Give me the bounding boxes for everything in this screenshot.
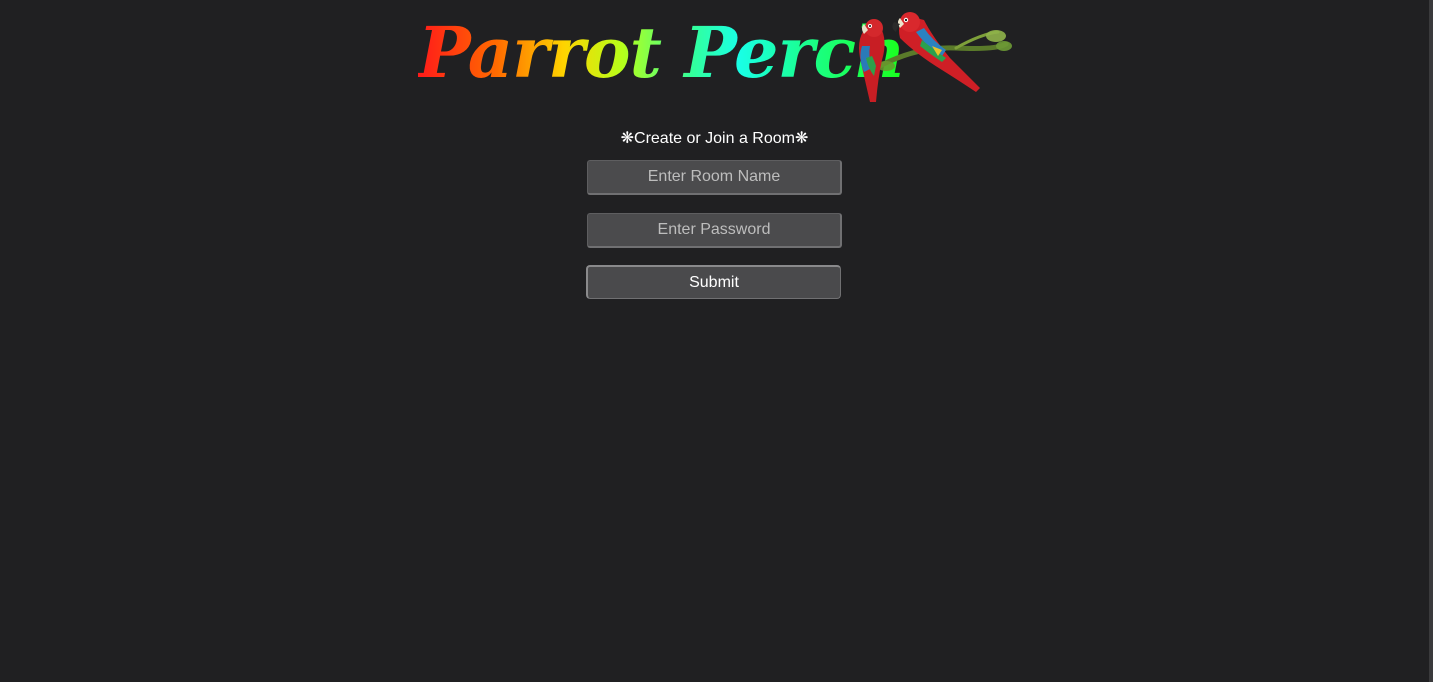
parrots-logo-image (859, 12, 1012, 102)
room-name-input[interactable] (587, 160, 842, 195)
window-edge (1429, 0, 1433, 682)
submit-button[interactable]: Submit (586, 265, 841, 299)
header: Parrot Perch (414, 6, 1014, 106)
page: Parrot Perch ❋Create or Join a Room❋ Ent… (0, 0, 1433, 682)
logo-text: Parrot Perch (418, 11, 906, 94)
password-input[interactable] (587, 213, 842, 248)
form-title: ❋Create or Join a Room❋ (620, 130, 809, 147)
